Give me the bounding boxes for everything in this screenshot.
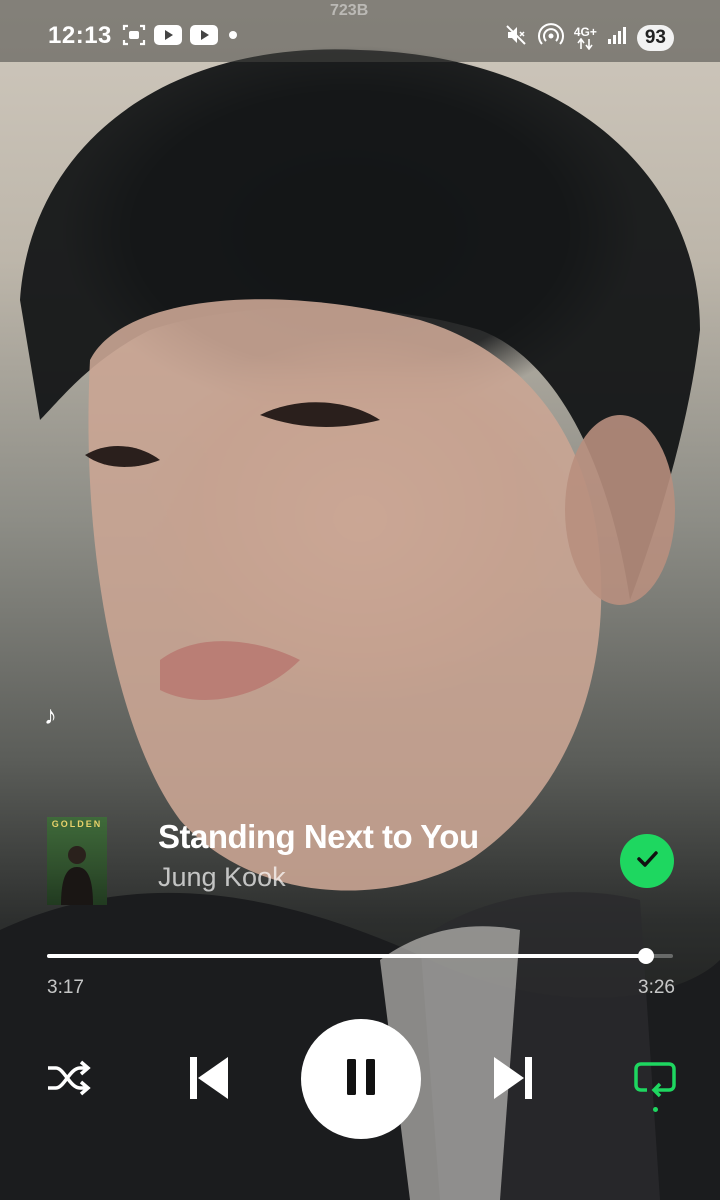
- youtube-icon: [154, 25, 182, 50]
- skip-next-icon: [492, 1055, 536, 1106]
- play-pause-button[interactable]: [301, 1019, 421, 1139]
- total-time: 3:26: [638, 977, 675, 998]
- progress-fill: [47, 954, 647, 958]
- status-bar: 723B 12:13 4G+ 93: [0, 0, 720, 62]
- network-arrows-icon: 4G+: [574, 26, 597, 50]
- shuffle-icon: [46, 1060, 92, 1101]
- liked-button[interactable]: [620, 834, 674, 888]
- now-playing-screen: 723B 12:13 4G+ 93 ♪ GOLDEN Standing Next…: [0, 0, 720, 1200]
- pause-icon: [344, 1058, 378, 1101]
- system-icons: 4G+ 93: [504, 22, 674, 53]
- screenshot-icon: [122, 24, 146, 51]
- skip-previous-icon: [186, 1055, 230, 1106]
- checkmark-icon: [633, 845, 661, 878]
- progress-thumb[interactable]: [638, 948, 655, 964]
- repeat-icon: [633, 1060, 677, 1103]
- signal-icon: [607, 25, 627, 50]
- mute-icon: [504, 23, 528, 52]
- album-art[interactable]: GOLDEN: [47, 817, 107, 905]
- battery-indicator: 93: [636, 24, 674, 51]
- dot-icon: [226, 28, 240, 47]
- network-type-label: 4G+: [573, 24, 597, 39]
- repeat-active-dot: [652, 1107, 658, 1112]
- track-info[interactable]: Standing Next to You Jung Kook: [158, 818, 479, 893]
- previous-button[interactable]: [182, 1052, 234, 1108]
- shuffle-button[interactable]: [44, 1058, 94, 1102]
- track-title[interactable]: Standing Next to You: [158, 818, 479, 856]
- notification-icons: [122, 24, 240, 51]
- elapsed-time: 3:17: [47, 977, 84, 998]
- track-artist[interactable]: Jung Kook: [158, 862, 479, 893]
- hotspot-icon: [537, 22, 564, 53]
- music-note-icon[interactable]: ♪: [44, 700, 57, 731]
- repeat-button[interactable]: [630, 1056, 680, 1116]
- next-button[interactable]: [488, 1052, 540, 1108]
- youtube-icon: [190, 25, 218, 50]
- status-time: 12:13: [48, 22, 112, 49]
- progress-bar[interactable]: [47, 948, 673, 964]
- carrier-label: 723B: [330, 2, 369, 19]
